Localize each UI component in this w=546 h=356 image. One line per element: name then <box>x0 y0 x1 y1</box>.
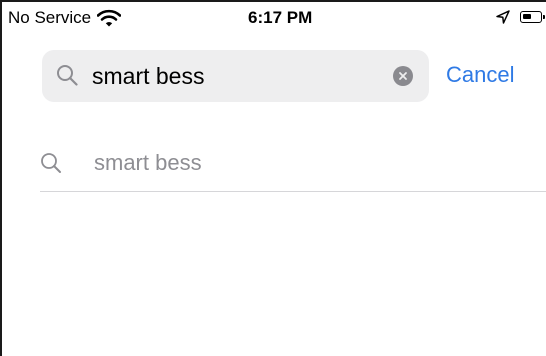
search-input-value[interactable]: smart bess <box>92 63 204 90</box>
carrier-status: No Service <box>8 8 122 28</box>
search-icon <box>41 153 61 173</box>
suggestion-label: smart bess <box>94 150 202 175</box>
battery-level <box>523 14 531 19</box>
screen-frame: No Service 6:17 PM smart bess Cancel sma… <box>0 0 546 356</box>
battery-tip <box>543 15 545 19</box>
status-time: 6:17 PM <box>248 8 313 27</box>
status-right-icons <box>496 10 545 24</box>
search-icon <box>57 65 78 86</box>
close-icon <box>399 72 407 80</box>
carrier-label: No Service <box>8 8 92 27</box>
location-arrow-icon <box>496 10 510 24</box>
clear-search-button[interactable] <box>393 66 413 86</box>
wifi-icon <box>97 9 122 27</box>
search-suggestion-item[interactable]: smart bess <box>40 132 546 192</box>
search-field[interactable]: smart bess <box>42 50 429 102</box>
battery-icon <box>520 11 545 23</box>
cancel-button[interactable]: Cancel <box>446 62 514 88</box>
status-bar: No Service 6:17 PM <box>2 2 546 36</box>
